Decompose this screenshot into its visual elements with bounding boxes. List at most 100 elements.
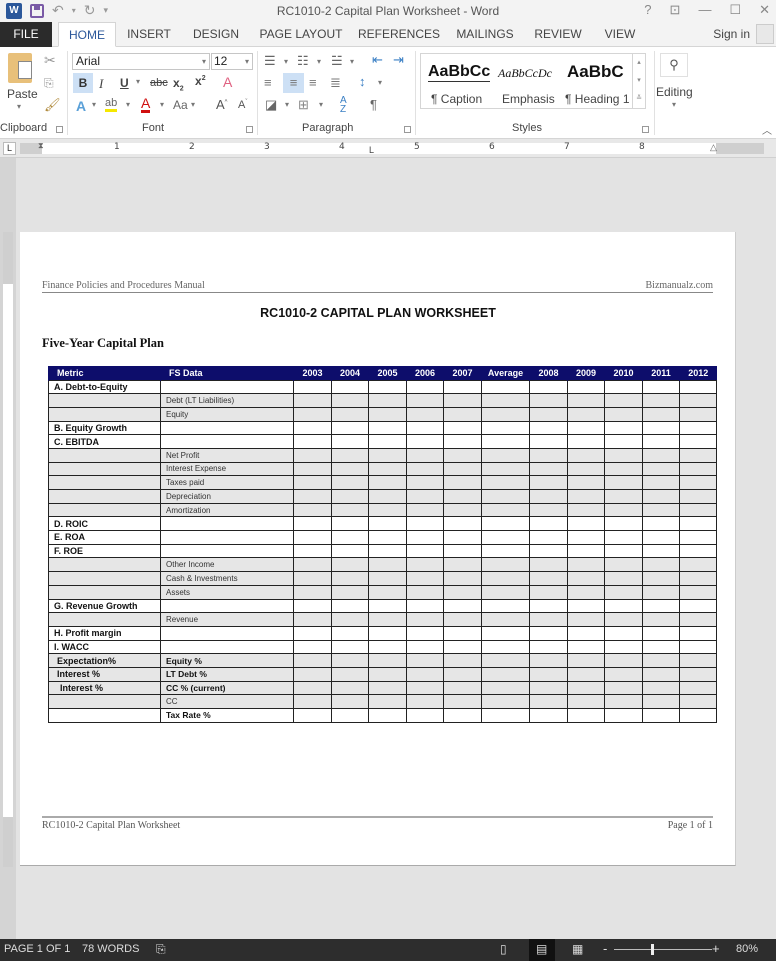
value-cell[interactable] xyxy=(679,653,717,668)
value-cell[interactable] xyxy=(604,502,643,518)
text-effects-dropdown-icon[interactable]: ▾ xyxy=(92,100,96,109)
print-layout-icon[interactable]: ▤ xyxy=(536,942,547,956)
value-cell[interactable] xyxy=(443,653,482,668)
value-cell[interactable] xyxy=(679,708,717,723)
value-cell[interactable] xyxy=(406,406,444,422)
metric-cell[interactable] xyxy=(48,584,161,600)
numbering-dropdown-icon[interactable]: ▾ xyxy=(317,57,321,66)
value-cell[interactable] xyxy=(368,502,407,518)
value-cell[interactable] xyxy=(293,530,332,545)
help-icon[interactable]: ? xyxy=(644,2,651,18)
value-cell[interactable] xyxy=(567,434,605,449)
value-cell[interactable] xyxy=(604,666,643,682)
value-cell[interactable] xyxy=(529,475,568,490)
value-cell[interactable] xyxy=(293,447,332,463)
metric-cell[interactable]: A. Debt-to-Equity xyxy=(48,379,161,395)
tab-view[interactable]: VIEW xyxy=(598,22,642,47)
value-cell[interactable] xyxy=(406,475,444,490)
value-cell[interactable] xyxy=(567,639,605,655)
value-cell[interactable] xyxy=(642,434,680,449)
value-cell[interactable] xyxy=(293,571,332,586)
value-cell[interactable] xyxy=(604,434,643,449)
value-cell[interactable] xyxy=(331,420,369,436)
value-cell[interactable] xyxy=(331,598,369,614)
value-cell[interactable] xyxy=(331,461,369,477)
metric-cell[interactable]: I. WACC xyxy=(48,639,161,655)
value-cell[interactable] xyxy=(604,489,643,504)
value-cell[interactable] xyxy=(567,516,605,532)
style-caption-sample[interactable]: AaBbCc xyxy=(428,63,491,82)
bullets-icon[interactable]: ☰ xyxy=(264,53,276,69)
value-cell[interactable] xyxy=(679,680,717,696)
fs-data-cell[interactable] xyxy=(160,516,294,532)
value-cell[interactable] xyxy=(529,516,568,532)
fs-data-cell[interactable] xyxy=(160,379,294,395)
fs-data-cell[interactable]: Depreciation xyxy=(160,489,294,504)
value-cell[interactable] xyxy=(642,461,680,477)
value-cell[interactable] xyxy=(642,447,680,463)
value-cell[interactable] xyxy=(642,571,680,586)
numbering-icon[interactable]: ☷ xyxy=(297,53,309,69)
metric-cell[interactable] xyxy=(48,447,161,463)
value-cell[interactable] xyxy=(567,557,605,573)
value-cell[interactable] xyxy=(293,612,332,627)
value-cell[interactable] xyxy=(406,708,444,723)
paste-button[interactable]: Paste xyxy=(7,87,38,101)
sign-in-link[interactable]: Sign in xyxy=(713,27,750,41)
value-cell[interactable] xyxy=(406,625,444,641)
value-cell[interactable] xyxy=(529,434,568,449)
web-layout-icon[interactable]: ▦ xyxy=(572,942,583,956)
value-cell[interactable] xyxy=(679,598,717,614)
value-cell[interactable] xyxy=(443,612,482,627)
value-cell[interactable] xyxy=(604,584,643,600)
value-cell[interactable] xyxy=(293,475,332,490)
fs-data-cell[interactable]: Assets xyxy=(160,584,294,600)
value-cell[interactable] xyxy=(331,489,369,504)
value-cell[interactable] xyxy=(529,543,568,559)
value-cell[interactable] xyxy=(642,530,680,545)
value-cell[interactable] xyxy=(406,447,444,463)
value-cell[interactable] xyxy=(443,475,482,490)
value-cell[interactable] xyxy=(567,489,605,504)
value-cell[interactable] xyxy=(529,571,568,586)
value-cell[interactable] xyxy=(567,475,605,490)
value-cell[interactable] xyxy=(529,639,568,655)
value-cell[interactable] xyxy=(406,489,444,504)
metric-cell[interactable]: B. Equity Growth xyxy=(48,420,161,436)
fs-data-cell[interactable]: Taxes paid xyxy=(160,475,294,490)
value-cell[interactable] xyxy=(368,447,407,463)
value-cell[interactable] xyxy=(293,680,332,696)
value-cell[interactable] xyxy=(293,379,332,395)
zoom-slider[interactable] xyxy=(614,949,712,950)
value-cell[interactable] xyxy=(406,653,444,668)
value-cell[interactable] xyxy=(406,680,444,696)
value-cell[interactable] xyxy=(604,516,643,532)
value-cell[interactable] xyxy=(331,434,369,449)
align-left-icon[interactable]: ≡ xyxy=(264,75,272,90)
metric-cell[interactable]: Interest % xyxy=(48,680,161,696)
value-cell[interactable] xyxy=(529,502,568,518)
metric-cell[interactable]: Expectation% xyxy=(48,653,161,668)
value-cell[interactable] xyxy=(481,598,530,614)
value-cell[interactable] xyxy=(331,447,369,463)
value-cell[interactable] xyxy=(679,447,717,463)
value-cell[interactable] xyxy=(642,666,680,682)
underline-button[interactable]: U xyxy=(120,76,129,90)
value-cell[interactable] xyxy=(368,653,407,668)
fs-data-cell[interactable]: Debt (LT Liabilities) xyxy=(160,393,294,408)
value-cell[interactable] xyxy=(567,379,605,395)
value-cell[interactable] xyxy=(679,694,717,709)
value-cell[interactable] xyxy=(604,680,643,696)
value-cell[interactable] xyxy=(406,434,444,449)
value-cell[interactable] xyxy=(679,516,717,532)
value-cell[interactable] xyxy=(604,694,643,709)
editing-button[interactable]: Editing xyxy=(656,85,693,99)
value-cell[interactable] xyxy=(406,393,444,408)
value-cell[interactable] xyxy=(443,639,482,655)
value-cell[interactable] xyxy=(406,516,444,532)
value-cell[interactable] xyxy=(293,639,332,655)
value-cell[interactable] xyxy=(529,666,568,682)
value-cell[interactable] xyxy=(368,557,407,573)
fs-data-cell[interactable]: Equity xyxy=(160,406,294,422)
value-cell[interactable] xyxy=(529,461,568,477)
